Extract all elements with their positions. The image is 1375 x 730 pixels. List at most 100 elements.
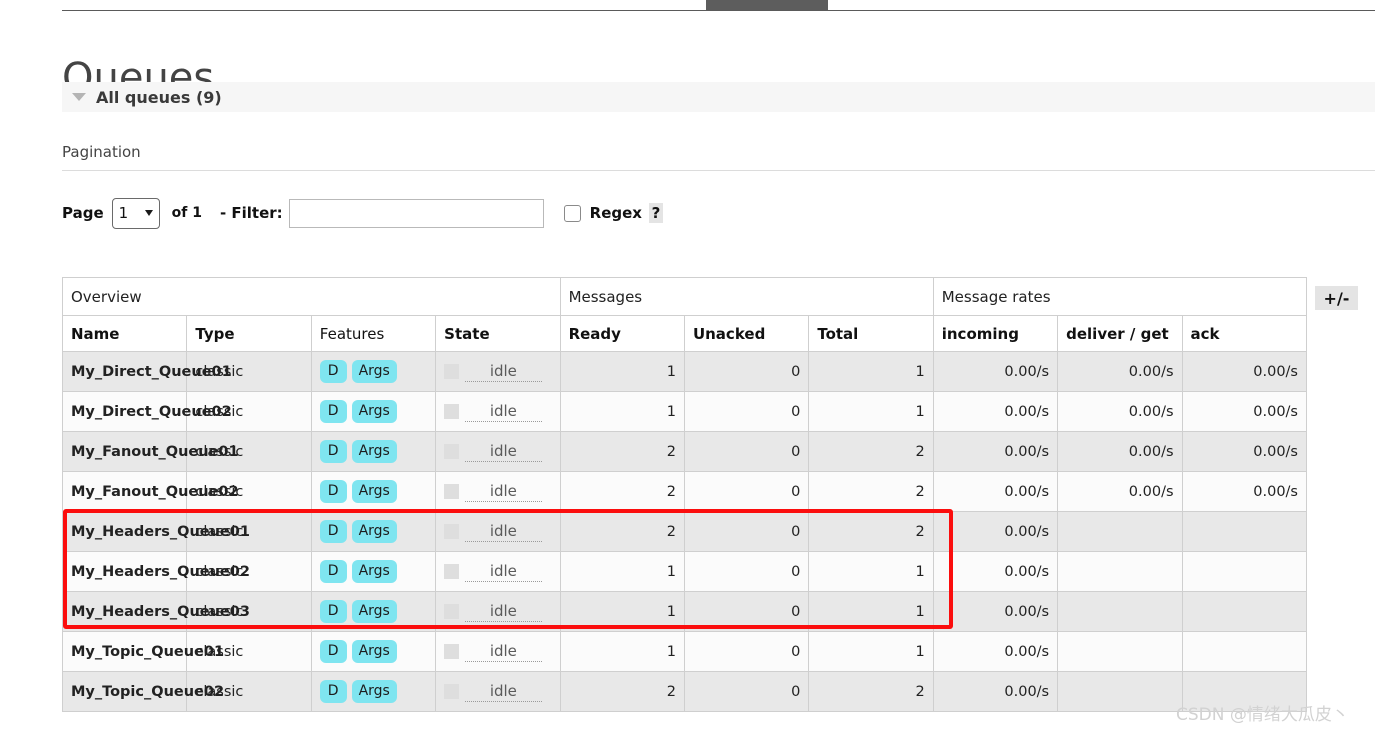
column-header-name[interactable]: Name <box>61 315 188 352</box>
group-header-message-rates: Message rates <box>932 277 1308 316</box>
cell-queue-name[interactable]: My_Headers_Queue02 <box>61 551 250 592</box>
queues-page: Queues All queues (9) Pagination Page 1 … <box>0 0 1375 730</box>
feature-badge[interactable]: D <box>319 640 347 663</box>
table-group-header-row: Overview Messages Message rates <box>62 277 1308 316</box>
cell-messages-unacked: 0 <box>683 431 810 472</box>
cell-queue-features: D Args <box>310 631 437 672</box>
feature-badge[interactable]: Args <box>351 360 397 383</box>
queues-table-body: My_Direct_Queue01 classic D Args idle 1 0 1 0.00… <box>61 351 1308 712</box>
state-label: idle <box>465 682 542 702</box>
feature-badge[interactable]: D <box>319 520 347 543</box>
feature-badge[interactable]: Args <box>351 480 397 503</box>
column-header-unacked[interactable]: Unacked <box>683 315 810 352</box>
table-row[interactable]: My_Headers_Queue02 classic D Args idle 1 0 1 0.0… <box>61 551 1308 592</box>
cell-queue-name[interactable]: My_Direct_Queue01 <box>61 351 232 392</box>
feature-badge[interactable]: Args <box>351 400 397 423</box>
state-label: idle <box>465 522 542 542</box>
feature-badge[interactable]: D <box>319 680 347 703</box>
column-header-incoming[interactable]: incoming <box>932 315 1059 352</box>
state-label: idle <box>465 482 542 502</box>
cell-rate-deliver-get <box>1057 551 1183 592</box>
pagination-divider <box>62 170 1375 171</box>
cell-rate-deliver-get: 0.00/s <box>1057 471 1183 512</box>
cell-queue-name[interactable]: My_Headers_Queue01 <box>61 511 250 552</box>
cell-rate-deliver-get: 0.00/s <box>1057 391 1183 432</box>
cell-queue-state: idle <box>435 391 561 432</box>
all-queues-section-toggle[interactable]: All queues (9) <box>62 82 1375 112</box>
cell-queue-type: classic <box>186 671 312 712</box>
cell-rate-ack <box>1181 511 1308 552</box>
cell-messages-total: 2 <box>808 671 934 712</box>
table-row[interactable]: My_Direct_Queue02 classic D Args idle 1 0 1 0.00… <box>61 391 1308 432</box>
cell-rate-ack: 0.00/s <box>1181 471 1308 512</box>
cell-messages-total: 2 <box>808 431 934 472</box>
feature-badge[interactable]: D <box>319 480 347 503</box>
cell-messages-ready: 2 <box>559 471 685 512</box>
feature-badge[interactable]: Args <box>351 560 397 583</box>
column-header-ready[interactable]: Ready <box>559 315 685 352</box>
cell-queue-name[interactable]: My_Direct_Queue02 <box>61 391 232 432</box>
column-header-ack[interactable]: ack <box>1181 315 1308 352</box>
table-row[interactable]: My_Fanout_Queue01 classic D Args idle 2 0 2 0.00… <box>61 431 1308 472</box>
cell-queue-name[interactable]: My_Fanout_Queue01 <box>61 431 239 472</box>
cell-queue-features: D Args <box>310 391 437 432</box>
cell-queue-type: classic <box>186 431 312 472</box>
cell-queue-features: D Args <box>310 471 437 512</box>
feature-badge[interactable]: Args <box>351 520 397 543</box>
cell-queue-name[interactable]: My_Fanout_Queue02 <box>61 471 239 512</box>
regex-help-icon[interactable]: ? <box>648 203 663 223</box>
state-label: idle <box>465 602 542 622</box>
cell-rate-incoming: 0.00/s <box>932 591 1059 632</box>
table-row[interactable]: My_Fanout_Queue02 classic D Args idle 2 0 2 0.00… <box>61 471 1308 512</box>
cell-queue-type: classic <box>186 631 312 672</box>
table-row[interactable]: My_Topic_Queue01 classic D Args idle 1 0 1 0.00/… <box>61 631 1308 672</box>
feature-badge[interactable]: Args <box>351 440 397 463</box>
feature-badge[interactable]: D <box>319 360 347 383</box>
cell-queue-name[interactable]: My_Topic_Queue01 <box>61 631 224 672</box>
cell-queue-features: D Args <box>310 591 437 632</box>
feature-badge[interactable]: D <box>319 600 347 623</box>
cell-rate-ack: 0.00/s <box>1181 431 1308 472</box>
feature-badge[interactable]: Args <box>351 680 397 703</box>
cell-queue-state: idle <box>435 431 561 472</box>
column-header-total[interactable]: Total <box>808 315 934 352</box>
group-header-messages: Messages <box>559 277 934 316</box>
column-header-type[interactable]: Type <box>186 315 312 352</box>
feature-badge[interactable]: D <box>319 400 347 423</box>
cell-queue-state: idle <box>435 631 561 672</box>
table-row[interactable]: My_Direct_Queue01 classic D Args idle 1 0 1 0.00… <box>61 351 1308 392</box>
filter-label: - Filter: <box>219 204 283 222</box>
state-square-icon <box>444 364 460 379</box>
cell-queue-type: classic <box>186 471 312 512</box>
regex-checkbox[interactable] <box>563 204 581 222</box>
feature-badge[interactable]: D <box>319 440 347 463</box>
cell-messages-total: 1 <box>808 631 934 672</box>
state-label: idle <box>465 362 542 382</box>
table-row[interactable]: My_Topic_Queue02 classic D Args idle 2 0 2 0.00/… <box>61 671 1308 712</box>
cell-queue-name[interactable]: My_Headers_Queue03 <box>61 591 250 632</box>
toggle-columns-button[interactable]: +/- <box>1315 286 1358 310</box>
feature-badge[interactable]: D <box>319 560 347 583</box>
page-select[interactable]: 1 <box>111 197 160 229</box>
cell-queue-state: idle <box>435 591 561 632</box>
cell-queue-state: idle <box>435 351 561 392</box>
active-nav-tab[interactable] <box>706 0 828 10</box>
filter-input[interactable] <box>288 198 544 228</box>
state-indicator: idle <box>444 672 551 711</box>
feature-badge[interactable]: Args <box>351 640 397 663</box>
cell-rate-deliver-get: 0.00/s <box>1057 351 1183 392</box>
cell-queue-state: idle <box>435 511 561 552</box>
table-row[interactable]: My_Headers_Queue01 classic D Args idle 2 0 2 0.0… <box>61 511 1308 552</box>
queues-table: Overview Messages Message rates Name Typ… <box>61 277 1308 712</box>
cell-queue-name[interactable]: My_Topic_Queue02 <box>61 671 224 712</box>
queues-table-container: Overview Messages Message rates Name Typ… <box>61 277 1308 712</box>
cell-messages-ready: 1 <box>559 351 685 392</box>
cell-queue-state: idle <box>435 551 561 592</box>
feature-badge[interactable]: Args <box>351 600 397 623</box>
cell-messages-total: 1 <box>808 591 934 632</box>
column-header-deliver-get[interactable]: deliver / get <box>1057 315 1183 352</box>
table-row[interactable]: My_Headers_Queue03 classic D Args idle 1 0 1 0.0… <box>61 591 1308 632</box>
column-header-state[interactable]: State <box>435 315 561 352</box>
state-label: idle <box>465 642 542 662</box>
cell-queue-type: classic <box>186 391 312 432</box>
